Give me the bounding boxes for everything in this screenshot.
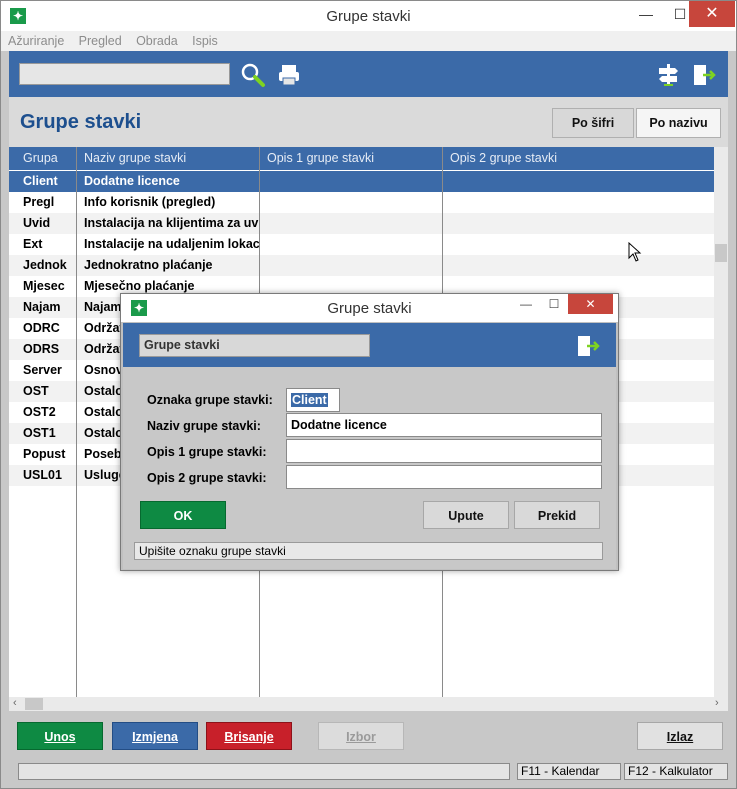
oznaka-value: Client [291,393,328,407]
cell-name: Mjesečno plaćanje [84,279,195,293]
column-divider [76,147,77,697]
izlaz-button[interactable]: Izlaz [637,722,723,750]
oznaka-field[interactable]: Client [286,388,340,412]
vertical-scrollbar[interactable] [714,147,728,697]
scroll-left-arrow-icon[interactable]: ‹ [13,697,17,709]
cell-code: OST2 [23,405,56,419]
dialog-close-button[interactable]: ✕ [568,294,613,314]
horizontal-scroll-thumb[interactable] [25,698,43,710]
cell-code: OST [23,384,49,398]
cell-code: Server [23,363,62,377]
close-button[interactable]: ✕ [689,1,735,27]
status-f12[interactable]: F12 - Kalkulator [624,763,728,780]
table-row[interactable]: Jednok Jednokratno plaćanje [9,255,714,276]
cell-name: Jednokratno plaćanje [84,258,213,272]
opis1-label: Opis 1 grupe stavki: [147,445,267,459]
search-input[interactable] [19,63,230,85]
toolbar [9,51,728,97]
dialog-caption: Grupe stavki [139,334,370,357]
window-title: Grupe stavki [326,8,411,25]
printer-icon[interactable] [276,62,302,88]
mouse-cursor-icon [628,242,642,262]
grid-header: Grupa Naziv grupe stavki Opis 1 grupe st… [9,147,714,170]
vertical-scroll-thumb[interactable] [715,244,727,262]
dialog-toolbar: Grupe stavki [123,323,616,367]
sort-by-code-button[interactable]: Po šifri [552,108,634,138]
cell-code: ODRC [23,321,60,335]
ok-button[interactable]: OK [140,501,226,529]
dialog-minimize-button[interactable]: — [513,294,539,314]
unos-button[interactable]: Unos [17,722,103,750]
table-row[interactable]: Ext Instalacije na udaljenim lokacijama [9,234,714,255]
status-bar: F11 - Kalendar F12 - Kalkulator [9,761,728,781]
action-bar: Unos Izmjena Brisanje Izbor Izlaz [9,713,728,759]
dialog-status-text: Upišite oznaku grupe stavki [134,542,603,560]
menu-pregled[interactable]: Pregled [79,31,122,51]
cell-name: Instalacija na klijentima za uvid [84,216,260,230]
edit-dialog: ✦ Grupe stavki — ☐ ✕ Grupe stavki Oznaka… [120,293,619,571]
oznaka-label: Oznaka grupe stavki: [147,393,273,407]
dialog-exit-icon[interactable] [575,333,601,359]
status-f11[interactable]: F11 - Kalendar [517,763,621,780]
cell-code: USL01 [23,468,62,482]
izmjena-button[interactable]: Izmjena [112,722,198,750]
dialog-title-bar: ✦ Grupe stavki — ☐ ✕ [121,294,618,322]
cell-name: Instalacije na udaljenim lokacijama [84,237,260,251]
exit-icon[interactable] [691,62,717,88]
column-header-opis1[interactable]: Opis 1 grupe stavki [267,151,374,165]
sort-by-name-button[interactable]: Po nazivu [636,108,721,138]
page-title: Grupe stavki [20,111,142,133]
upute-button[interactable]: Upute [423,501,509,529]
prekid-button[interactable]: Prekid [514,501,600,529]
menu-azuriranje[interactable]: Ažuriranje [8,31,64,51]
cell-name: Dodatne licence [84,174,180,188]
cell-code: Pregl [23,195,55,209]
cell-code: ODRS [23,342,60,356]
table-row[interactable]: Pregl Info korisnik (pregled) [9,192,714,213]
cell-code: Client [23,174,58,188]
brisanje-button[interactable]: Brisanje [206,722,292,750]
cell-code: Uvid [23,216,51,230]
table-row[interactable]: Uvid Instalacija na klijentima za uvid [9,213,714,234]
cell-code: Ext [23,237,43,251]
column-header-opis2[interactable]: Opis 2 grupe stavki [450,151,557,165]
opis1-field[interactable] [286,439,602,463]
menu-obrada[interactable]: Obrada [136,31,178,51]
column-header-grupa[interactable]: Grupa [23,151,58,165]
title-bar: ✦ Grupe stavki — ☐ ✕ [1,1,736,31]
horizontal-scrollbar[interactable]: ‹ › [9,697,728,711]
menu-bar: Ažuriranje Pregled Obrada Ispis [1,31,736,51]
main-window: ✦ Grupe stavki — ☐ ✕ Ažuriranje Pregled … [0,0,737,789]
signpost-icon[interactable] [655,62,681,88]
naziv-label: Naziv grupe stavki: [147,419,261,433]
cell-code: Popust [23,447,66,461]
search-icon[interactable] [240,62,266,88]
opis2-label: Opis 2 grupe stavki: [147,471,267,485]
cell-name: Info korisnik (pregled) [84,195,216,209]
column-header-naziv[interactable]: Naziv grupe stavki [84,151,186,165]
cell-code: Jednok [23,258,67,272]
opis2-field[interactable] [286,465,602,489]
cell-code: Mjesec [23,279,65,293]
minimize-button[interactable]: — [629,1,663,27]
cell-code: Najam [23,300,61,314]
naziv-field[interactable]: Dodatne licence [286,413,602,437]
page-header: Grupe stavki Po šifri Po nazivu [9,97,728,147]
status-message [18,763,510,780]
menu-ispis[interactable]: Ispis [192,31,218,51]
dialog-maximize-button[interactable]: ☐ [541,294,567,314]
izbor-button: Izbor [318,722,404,750]
cell-code: OST1 [23,426,56,440]
table-row[interactable]: Client Dodatne licence [9,171,714,192]
dialog-body: Oznaka grupe stavki: Client Naziv grupe … [123,367,616,569]
scroll-right-arrow-icon[interactable]: › [715,697,719,709]
